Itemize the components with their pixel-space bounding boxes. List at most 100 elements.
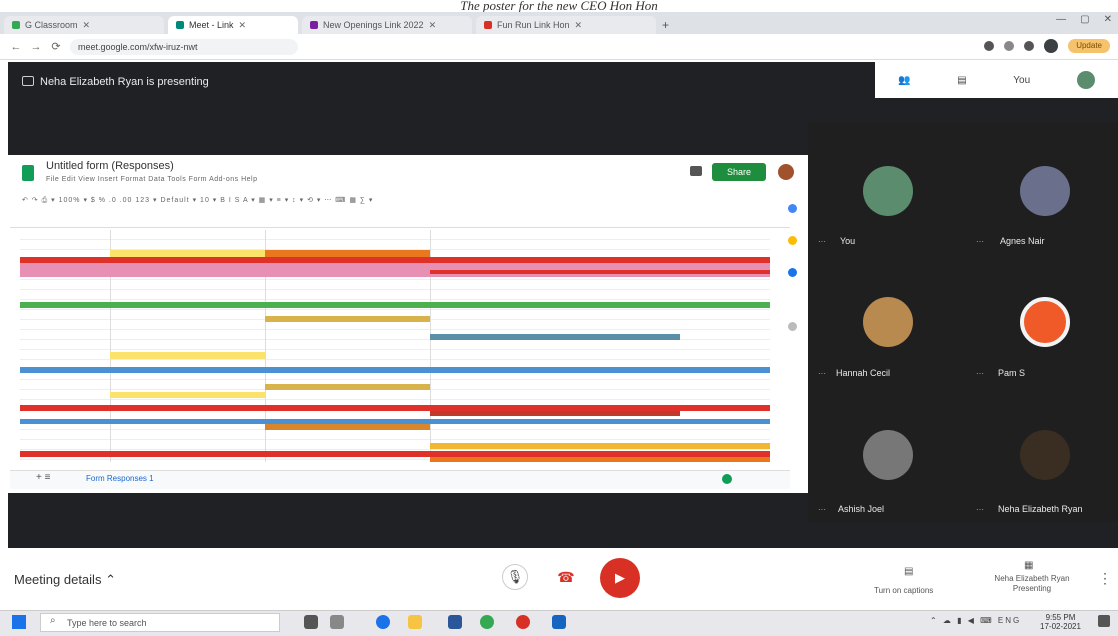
maximize-icon[interactable]: ▢ [1080, 14, 1089, 25]
sheet-tab: Form Responses 1 [86, 474, 154, 483]
extension-area: Update [984, 39, 1110, 53]
presenting-banner: Neha Elizabeth Ryan is presenting [40, 76, 209, 88]
participant-name: Pam S [998, 368, 1026, 378]
sheets-logo-icon [22, 165, 34, 181]
reload-icon[interactable]: ⟳ [50, 40, 62, 53]
participant-avatar [1020, 297, 1070, 347]
mic-muted-icon: ⋯ [818, 505, 826, 514]
camera-off-button[interactable]: ▶ [600, 558, 640, 598]
mic-muted-icon: ⋯ [818, 237, 826, 246]
address-bar-row: ← → ⟳ meet.google.com/xfw-iruz-nwt Updat… [0, 34, 1118, 60]
camera-icon[interactable] [984, 41, 995, 51]
update-button[interactable]: Update [1068, 39, 1110, 53]
sheet-toolbar: ↶ ↷ ⎙ ▾ 100% ▾ $ % .0 .00 123 ▾ Default … [22, 197, 374, 204]
participant-name: Neha Elizabeth Ryan [998, 504, 1083, 514]
page-caption: The poster for the new CEO Hon Hon [0, 0, 1118, 12]
browser-tab[interactable]: Fun Run Link Hon ✕ [476, 16, 656, 34]
back-icon[interactable]: ← [10, 41, 22, 53]
star-icon[interactable] [1004, 41, 1015, 51]
calendar-icon [788, 204, 797, 213]
leave-call-button[interactable]: ☎ [550, 564, 582, 590]
participant-name: Hannah Cecil [836, 368, 891, 378]
close-icon[interactable]: ✕ [83, 20, 91, 31]
presenter-icon[interactable]: ▦ [1024, 560, 1033, 571]
formula-bar [10, 218, 790, 228]
highlight-band-yellow [110, 352, 265, 359]
browser-tab-strip: G Classroom ✕ Meet - Link ✕ New Openings… [0, 12, 1118, 34]
highlight-band-yellow [430, 443, 770, 449]
tab-favicon-icon [484, 21, 492, 29]
highlight-band-yellow [265, 316, 430, 322]
browser-tab[interactable]: New Openings Link 2022 ✕ [302, 16, 472, 34]
widgets-icon[interactable] [330, 615, 344, 629]
keep-icon [788, 236, 797, 245]
chevron-up-icon: ⌃ [105, 572, 116, 587]
profile-avatar[interactable] [1044, 39, 1059, 53]
more-options-icon[interactable]: ⋮ [1098, 570, 1112, 587]
highlight-band-orange [265, 424, 430, 430]
document-title: Untitled form (Responses) [46, 160, 174, 172]
close-icon[interactable]: ✕ [1104, 14, 1112, 25]
people-icon[interactable]: 👥 [898, 75, 910, 86]
opera-icon[interactable] [516, 615, 530, 629]
url-text: meet.google.com/xfw-iruz-nwt [78, 41, 198, 52]
chrome-icon[interactable] [480, 615, 494, 629]
browser-tab-active[interactable]: Meet - Link ✕ [168, 16, 298, 34]
participant-avatar [1020, 166, 1070, 216]
chat-icon[interactable]: ▤ [957, 75, 966, 86]
windows-start-icon[interactable] [12, 615, 26, 629]
task-view-icon[interactable] [304, 615, 318, 629]
participant-avatar [863, 166, 913, 216]
new-tab-button[interactable]: + [662, 16, 669, 34]
tasks-icon [788, 268, 797, 277]
sheet-user-avatar [778, 164, 794, 180]
url-input[interactable]: meet.google.com/xfw-iruz-nwt [70, 38, 298, 55]
share-button: Share [712, 163, 766, 181]
notification-icon[interactable] [1098, 615, 1110, 627]
tab-label: Meet - Link [189, 20, 234, 30]
participant-name: Ashish Joel [838, 504, 885, 514]
captions-icon[interactable]: ▤ [904, 566, 913, 577]
add-icon [788, 322, 797, 331]
close-icon[interactable]: ✕ [575, 20, 583, 31]
add-sheet-icon: + ≡ [36, 472, 51, 483]
meeting-details-label: Meeting details [14, 572, 102, 587]
tab-label: G Classroom [25, 20, 78, 30]
participant-tiles [808, 122, 1118, 522]
extensions-icon[interactable] [1024, 41, 1035, 51]
highlight-band-orange [265, 250, 430, 257]
edge-icon[interactable] [376, 615, 390, 629]
window-controls: — ▢ ✕ [1056, 14, 1112, 25]
comment-icon [690, 166, 702, 176]
mic-muted-icon: ⋯ [976, 237, 984, 246]
taskbar-clock[interactable]: 9:55 PM 17-02-2021 [1040, 613, 1081, 631]
app-icon[interactable] [552, 615, 566, 629]
system-tray[interactable]: ⌃ ☁ ▮ ◀ ⌨ ENG [930, 616, 1021, 625]
store-icon[interactable] [448, 615, 462, 629]
participant-name: You [840, 236, 856, 246]
close-icon[interactable]: ✕ [429, 20, 437, 31]
browser-tab[interactable]: G Classroom ✕ [4, 16, 164, 34]
highlight-band-yellow [110, 392, 265, 398]
participant-name: Agnes Nair [1000, 236, 1045, 246]
microphone-button[interactable]: 🎙 [502, 564, 528, 590]
close-icon[interactable]: ✕ [239, 20, 247, 31]
tab-label: New Openings Link 2022 [323, 20, 424, 30]
mic-muted-icon: ⋯ [976, 369, 984, 378]
meeting-details-button[interactable]: Meeting details ⌃ [14, 572, 116, 588]
highlight-band-red [430, 270, 770, 274]
captions-button[interactable]: Turn on captions [874, 586, 933, 595]
presenter-label[interactable]: Neha Elizabeth Ryan Presenting [982, 574, 1082, 594]
self-avatar[interactable] [1076, 71, 1095, 89]
tab-label: Fun Run Link Hon [497, 20, 570, 30]
minimize-icon[interactable]: — [1056, 14, 1066, 25]
forward-icon[interactable]: → [30, 41, 42, 53]
you-label[interactable]: You [1013, 75, 1030, 86]
highlight-band-red [430, 411, 680, 416]
highlight-band-yellow [265, 384, 430, 390]
taskbar-search-input[interactable]: Type here to search [40, 613, 280, 632]
highlight-band-green [20, 302, 770, 308]
present-screen-icon [22, 76, 34, 86]
file-explorer-icon[interactable] [408, 615, 422, 629]
clock-date: 17-02-2021 [1040, 622, 1081, 631]
